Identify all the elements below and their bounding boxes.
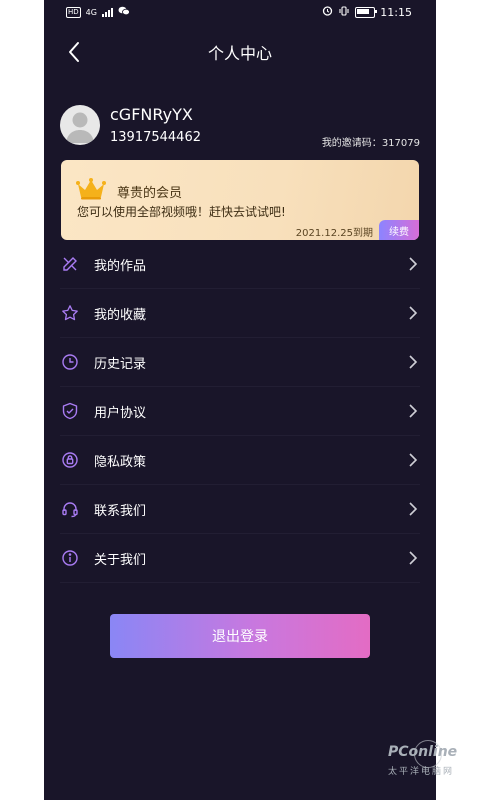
info-icon xyxy=(61,549,79,567)
menu-item-contact-us[interactable]: 联系我们 xyxy=(60,485,420,534)
menu-item-favorites[interactable]: 我的收藏 xyxy=(60,289,420,338)
menu-item-history[interactable]: 历史记录 xyxy=(60,338,420,387)
avatar[interactable] xyxy=(60,105,100,145)
shield-check-icon xyxy=(61,402,79,420)
menu-item-about-us[interactable]: 关于我们 xyxy=(60,534,420,583)
wechat-icon xyxy=(118,6,130,19)
status-time: 11:15 xyxy=(380,5,412,19)
vibrate-icon xyxy=(338,5,350,19)
chevron-right-icon xyxy=(409,404,418,418)
menu-label-works: 我的作品 xyxy=(94,258,147,274)
chevron-left-icon xyxy=(69,42,79,62)
vip-description: 您可以使用全部视频哦！赶快去试试吧! xyxy=(77,205,286,219)
menu-label-user-agreement: 用户协议 xyxy=(94,405,147,421)
signal-icon xyxy=(101,7,113,17)
chevron-right-icon xyxy=(409,551,418,565)
vip-title: 尊贵的会员 xyxy=(117,186,183,201)
chevron-right-icon xyxy=(409,453,418,467)
menu-label-privacy-policy: 隐私政策 xyxy=(94,454,147,470)
watermark-sub: 太平洋电脑网 xyxy=(388,767,455,777)
headset-icon xyxy=(61,500,79,518)
logout-button[interactable]: 退出登录 xyxy=(110,614,370,658)
page-title: 个人中心 xyxy=(207,44,272,63)
nav-bar: 个人中心 xyxy=(44,24,436,80)
profile-section: cGFNRyYX 13917544462 我的邀请码：317079 xyxy=(44,80,436,158)
menu-item-user-agreement[interactable]: 用户协议 xyxy=(60,387,420,436)
back-button[interactable] xyxy=(62,38,86,66)
privacy-icon xyxy=(61,451,79,469)
vip-card[interactable]: 尊贵的会员 您可以使用全部视频哦！赶快去试试吧! 2021.12.25到期 续费 xyxy=(61,160,419,240)
chevron-right-icon xyxy=(409,502,418,516)
menu-label-history: 历史记录 xyxy=(94,356,147,372)
watermark-main: PConline xyxy=(388,744,458,760)
invite-code: 我的邀请码：317079 xyxy=(322,134,420,149)
invite-code-value: 317079 xyxy=(381,138,420,149)
menu-item-works[interactable]: 我的作品 xyxy=(60,240,420,289)
username: cGFNRyYX xyxy=(110,105,193,124)
chevron-right-icon xyxy=(409,355,418,369)
invite-label: 我的邀请码： xyxy=(321,138,382,149)
status-bar: HD 4G 11:15 xyxy=(44,0,436,24)
menu-label-about-us: 关于我们 xyxy=(94,552,147,568)
app-screen: HD 4G 11:15 个人中心 cGFNRyYX 13917544462 我的… xyxy=(44,0,436,800)
clock-icon xyxy=(61,353,79,371)
watermark-logo: PConline 太平洋电脑网 xyxy=(386,740,476,780)
user-avatar-icon xyxy=(66,112,94,143)
crown-icon xyxy=(75,178,107,204)
menu-item-privacy-policy[interactable]: 隐私政策 xyxy=(60,436,420,485)
pencil-ruler-icon xyxy=(61,255,79,273)
renew-button[interactable]: 续费 xyxy=(379,220,419,240)
alarm-icon xyxy=(322,5,333,19)
hd-badge: HD xyxy=(66,6,81,18)
battery-icon xyxy=(355,6,378,18)
vip-expire-date: 2021.12.25到期 xyxy=(295,228,373,239)
chevron-right-icon xyxy=(409,306,418,320)
network-label: 4G xyxy=(85,7,97,17)
menu-list: 我的作品 我的收藏 历史记录 用户协议 隐私政策 联系我们 关于我们 xyxy=(60,240,420,583)
chevron-right-icon xyxy=(409,257,418,271)
menu-label-favorites: 我的收藏 xyxy=(94,307,147,323)
star-icon xyxy=(61,304,79,322)
phone-number: 13917544462 xyxy=(110,130,201,145)
menu-label-contact-us: 联系我们 xyxy=(94,503,147,519)
